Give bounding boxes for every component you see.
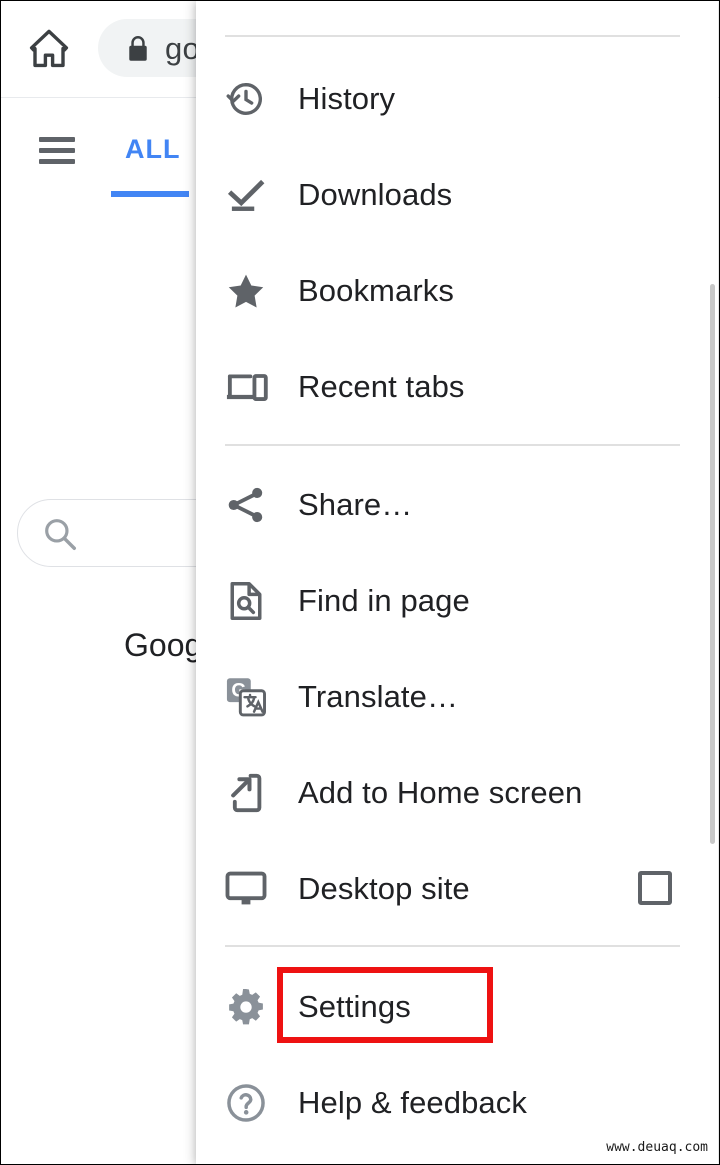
screenshot-root: go ALL Googl History Downloads Bookmarks… — [0, 0, 720, 1165]
help-circle-icon — [222, 1079, 270, 1127]
menu-divider — [225, 444, 680, 446]
add-to-home-screen-icon — [222, 769, 270, 817]
menu-divider — [225, 945, 680, 947]
history-icon — [222, 75, 270, 123]
menu-item-recent-tabs[interactable]: Recent tabs — [196, 339, 718, 435]
menu-item-settings[interactable]: Settings — [196, 959, 718, 1055]
star-icon — [222, 267, 270, 315]
share-icon — [222, 481, 270, 529]
find-in-page-icon — [222, 577, 270, 625]
menu-item-label: Settings — [298, 989, 411, 1024]
recent-tabs-icon — [222, 363, 270, 411]
menu-item-label: Desktop site — [298, 871, 470, 906]
menu-divider — [225, 35, 680, 37]
menu-item-label: Help & feedback — [298, 1085, 527, 1120]
menu-item-share[interactable]: Share… — [196, 457, 718, 553]
menu-item-find-in-page[interactable]: Find in page — [196, 553, 718, 649]
menu-item-label: Bookmarks — [298, 273, 454, 308]
menu-item-label: History — [298, 81, 396, 116]
menu-item-bookmarks[interactable]: Bookmarks — [196, 243, 718, 339]
menu-item-label: Downloads — [298, 177, 453, 212]
menu-item-label: Add to Home screen — [298, 775, 583, 810]
menu-item-add-to-home-screen[interactable]: Add to Home screen — [196, 745, 718, 841]
menu-item-translate[interactable]: G Translate… — [196, 649, 718, 745]
menu-scrollbar[interactable] — [710, 284, 715, 844]
desktop-site-icon — [222, 865, 270, 913]
menu-item-downloads[interactable]: Downloads — [196, 147, 718, 243]
translate-icon: G — [222, 673, 270, 721]
menu-item-label: Find in page — [298, 583, 470, 618]
watermark-text: www.deuaq.com — [603, 1139, 711, 1156]
menu-item-label: Recent tabs — [298, 369, 465, 404]
menu-item-label: Share… — [298, 487, 413, 522]
menu-item-help-feedback[interactable]: Help & feedback — [196, 1055, 718, 1151]
menu-item-desktop-site[interactable]: Desktop site — [196, 841, 718, 937]
menu-item-history[interactable]: History — [196, 51, 718, 147]
desktop-site-checkbox[interactable] — [638, 871, 672, 905]
menu-item-label: Translate… — [298, 679, 459, 714]
downloads-check-icon — [222, 171, 270, 219]
chrome-overflow-menu: History Downloads Bookmarks Recent tabs … — [196, 1, 718, 1164]
gear-icon — [222, 983, 270, 1031]
